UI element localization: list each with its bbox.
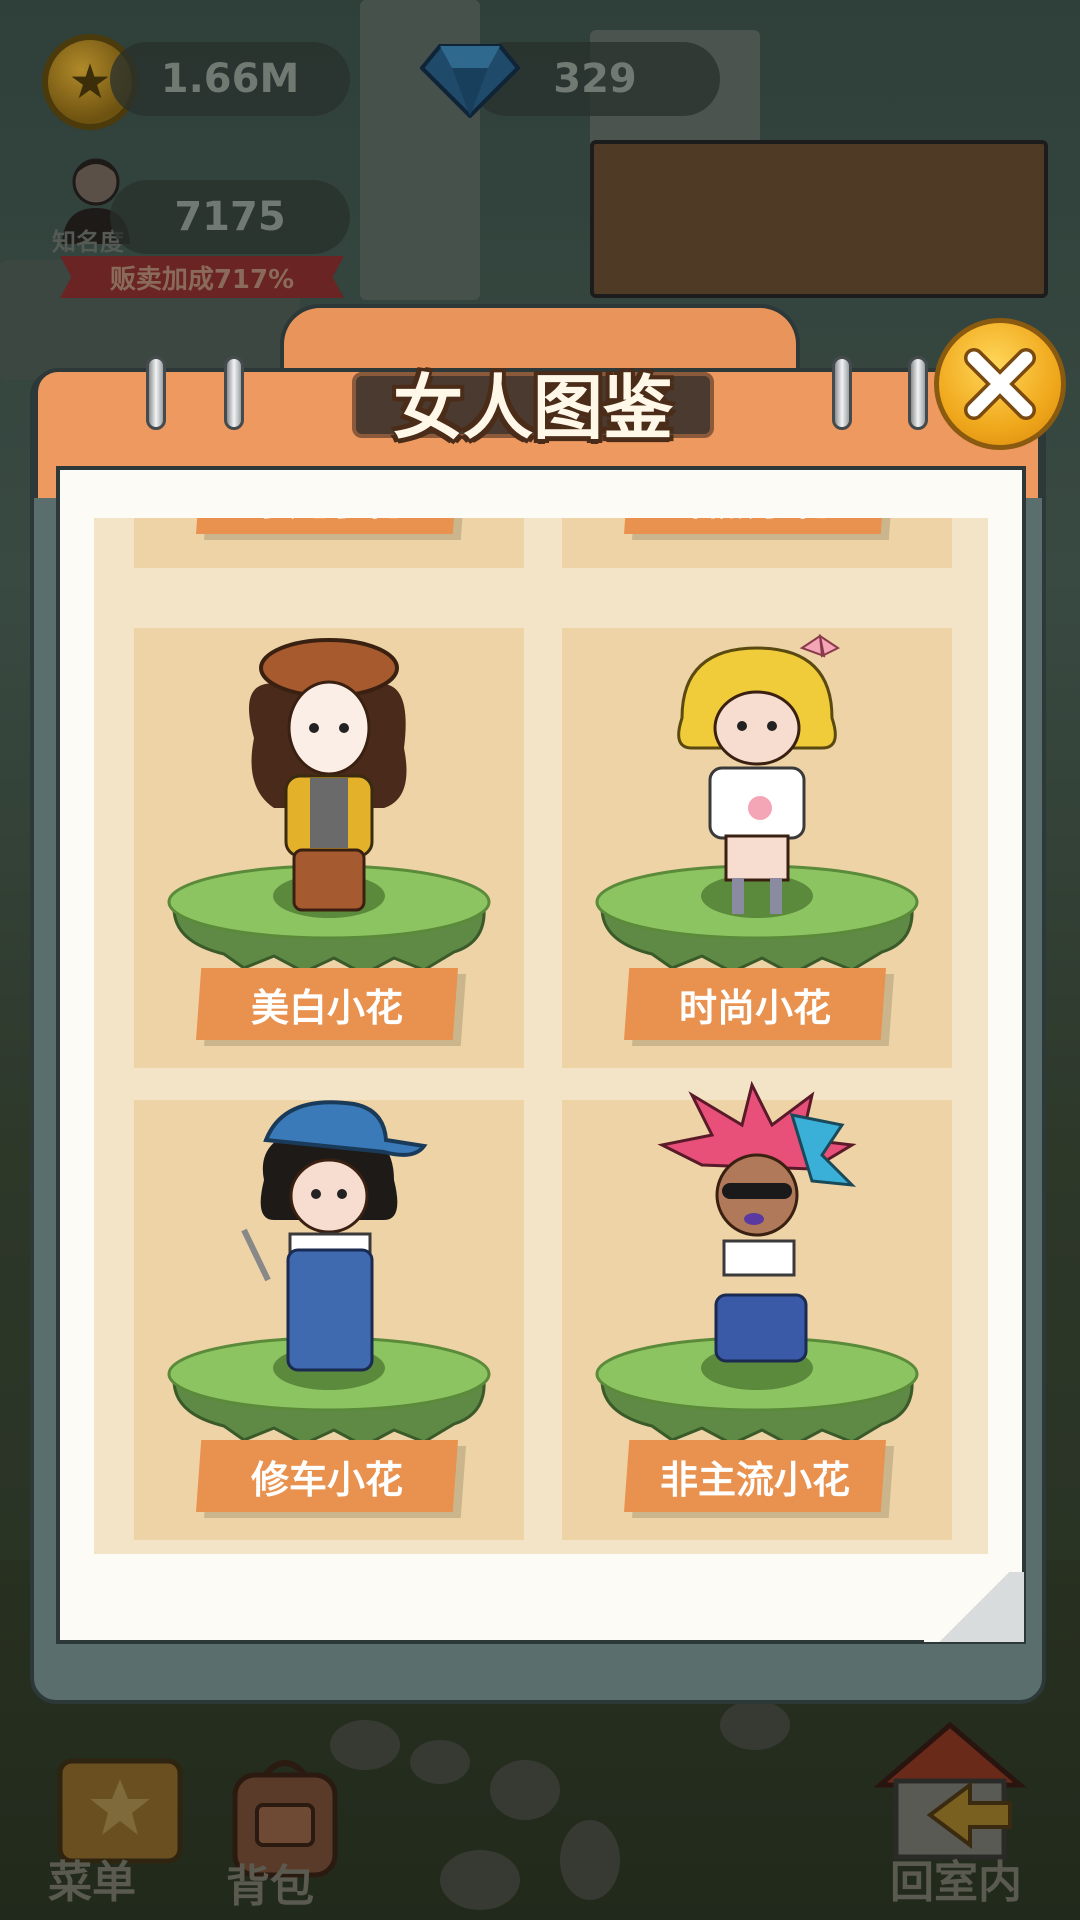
collection-card[interactable]: 非主流小花 [562,1080,952,1540]
binder-ring [832,356,852,430]
card-label: 修车小花 [196,1440,458,1512]
card-label: 时尚小花 [624,968,886,1040]
fame-counter: 7175 [110,180,350,254]
card-label: 美白小花 [196,968,458,1040]
binder-ring [146,356,166,430]
character-meibai-icon [249,638,407,912]
collection-card[interactable]: 时尚小花 [562,628,952,1068]
collection-card[interactable]: 美白小花 [134,628,524,1068]
backpack-button[interactable]: 背包 [226,1850,314,1914]
coins-counter: 1.66M [110,42,350,116]
character-feizhuliu-icon [657,1080,857,1363]
card-label: 泰定小花 [196,518,458,534]
collection-card[interactable]: 泰定小花 [134,518,524,568]
collection-card[interactable]: 晒黑小花 [562,518,952,568]
gem-icon [420,44,520,118]
house-arrow-icon [873,1721,1027,1860]
card-label: 非主流小花 [624,1440,886,1512]
sale-bonus-banner: 贩卖加成717% [60,256,344,298]
menu-button[interactable]: 菜单 [48,1846,136,1910]
binder-ring [224,356,244,430]
character-xiuche-icon [241,1100,428,1372]
card-label: 晒黑小花 [624,518,886,534]
character-shishang-icon [677,633,840,914]
close-button[interactable] [934,318,1066,450]
collection-grid[interactable]: 泰定小花 晒黑小花 美白小花 [94,518,988,1554]
page-curl [924,1572,1024,1642]
close-icon [964,348,1036,420]
collection-card[interactable]: 修车小花 [134,1100,524,1540]
modal-title: 女人图鉴 [393,367,673,449]
return-indoor-button[interactable]: 回室内 [890,1846,1022,1910]
binder-ring [908,356,928,430]
